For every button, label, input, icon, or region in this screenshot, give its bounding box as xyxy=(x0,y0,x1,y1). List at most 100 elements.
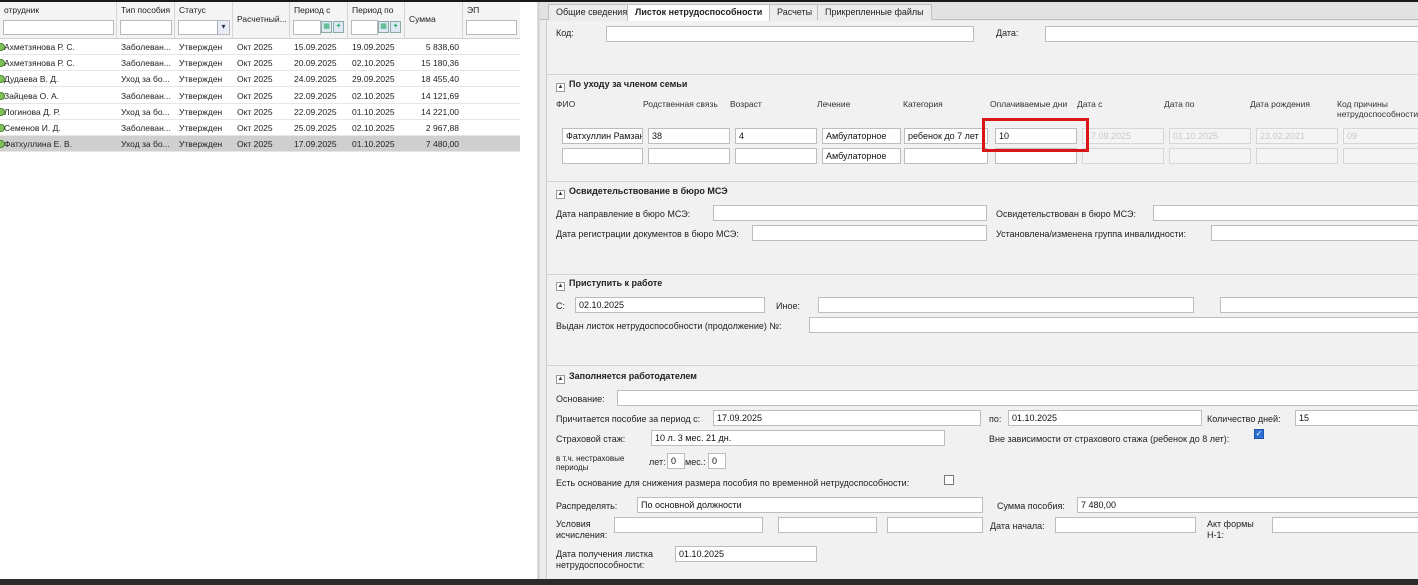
col-status[interactable]: Статус ▾ xyxy=(175,2,233,39)
col-period[interactable]: Расчетный... xyxy=(233,2,290,39)
section-mse[interactable]: ▲ Освидетельствование в бюро МСЭ xyxy=(556,186,728,200)
insurance-input[interactable]: 10 л. 3 мес. 21 дн. xyxy=(651,430,945,446)
cell-type: Заболеван... xyxy=(121,58,171,69)
table-row[interactable]: Логинова Д. Р. Уход за бо... Утвержден Окт … xyxy=(0,103,520,120)
birth-input[interactable]: 23.02.2021 xyxy=(1256,128,1338,144)
collapse-icon[interactable]: ▲ xyxy=(556,190,565,199)
birth-input-2[interactable] xyxy=(1256,148,1338,164)
reason-input-2[interactable] xyxy=(1343,148,1418,164)
work-from-input[interactable]: 02.10.2025 xyxy=(575,297,765,313)
mse-reg-input[interactable] xyxy=(752,225,987,241)
cell-sum: 7 480,00 xyxy=(425,139,459,150)
received-input[interactable]: 01.10.2025 xyxy=(675,546,817,562)
pane-gap xyxy=(520,2,538,579)
act-line2: Н-1: xyxy=(1207,530,1225,540)
chevron-down-icon[interactable]: ▾ xyxy=(217,21,229,34)
cell-sum: 5 838,60 xyxy=(425,42,459,52)
filter-from[interactable] xyxy=(293,20,321,35)
years-input[interactable]: 0 xyxy=(667,453,685,469)
months-input[interactable]: 0 xyxy=(708,453,726,469)
fio-input[interactable]: Фатхуллин Рамзан xyxy=(562,128,643,144)
col-type[interactable]: Тип пособия xyxy=(117,2,175,39)
tab-calculations[interactable]: Расчеты xyxy=(769,4,821,20)
conditions-input-2[interactable] xyxy=(778,517,877,533)
tab-sick-leave[interactable]: Листок нетрудоспособности xyxy=(627,4,771,21)
start-date-input[interactable] xyxy=(1055,517,1196,533)
hdr-paid-days: Оплачиваемые дни xyxy=(990,99,1068,109)
cell-period: Окт 2025 xyxy=(237,74,273,85)
table-row[interactable]: Дудаева В. Д. Уход за бо... Утвержден Окт 2… xyxy=(0,71,520,88)
cell-type: Уход за бо... xyxy=(121,106,170,117)
filter-ep[interactable] xyxy=(466,20,517,35)
table-row[interactable]: Ахметзянова Р. С. Заболеван... Утвержден Ок… xyxy=(0,55,520,72)
work-other-extra-input[interactable] xyxy=(1220,297,1418,313)
reason-input[interactable]: 09 xyxy=(1343,128,1418,144)
col-sum[interactable]: Сумма xyxy=(405,2,463,39)
col-employee-label: отрудник xyxy=(4,5,40,15)
col-from[interactable]: Период с ▦ ✦ xyxy=(290,2,348,39)
conditions-input-3[interactable] xyxy=(887,517,983,533)
collapse-icon[interactable]: ▲ xyxy=(556,83,565,92)
distribute-input[interactable]: По основной должности xyxy=(637,497,983,513)
basis-input[interactable] xyxy=(617,390,1418,406)
treatment-input-2[interactable]: Амбулаторное xyxy=(822,148,901,164)
fio-input-2[interactable] xyxy=(562,148,643,164)
mse-group-input[interactable] xyxy=(1211,225,1418,241)
continuation-input[interactable] xyxy=(809,317,1418,333)
received-line1: Дата получения листка xyxy=(556,549,653,559)
calendar-icon[interactable]: ▦ xyxy=(378,21,389,33)
col-employee[interactable]: отрудник xyxy=(0,2,117,39)
section-mse-title: Освидетельствование в бюро МСЭ xyxy=(569,186,728,196)
sum-input[interactable]: 7 480,00 xyxy=(1077,497,1418,513)
period-from-input[interactable]: 17.09.2025 xyxy=(713,410,981,426)
col-to[interactable]: Период по ▦ ✦ xyxy=(348,2,405,39)
conditions-input-1[interactable] xyxy=(614,517,763,533)
filter-employee[interactable] xyxy=(3,20,114,35)
date-to-input[interactable]: 01.10.2025 xyxy=(1169,128,1251,144)
table-row[interactable]: Ахметзянова Р. С. Заболеван... Утвержден Ок… xyxy=(0,39,520,55)
date-to-input-2[interactable] xyxy=(1169,148,1251,164)
reduce-label: Есть основание для снижения размера посо… xyxy=(556,478,910,488)
age-input[interactable]: 4 xyxy=(735,128,817,144)
relation-input-2[interactable] xyxy=(648,148,730,164)
cell-period: Окт 2025 xyxy=(237,42,273,52)
col-ep[interactable]: ЭП xyxy=(463,2,520,39)
tab-attached-files[interactable]: Прикрепленные файлы xyxy=(817,4,932,20)
mse-examined-input[interactable] xyxy=(1153,205,1418,221)
section-employer[interactable]: ▲ Заполняется работодателем xyxy=(556,371,697,385)
cell-to: 01.10.2025 xyxy=(352,139,395,150)
collapse-icon[interactable]: ▲ xyxy=(556,282,565,291)
work-other-input[interactable] xyxy=(818,297,1194,313)
filter-clear-icon[interactable]: ✦ xyxy=(390,21,401,33)
sum-label: Сумма пособия: xyxy=(997,501,1065,511)
hdr-reason-2: нетрудоспособности xyxy=(1337,109,1418,119)
act-input[interactable] xyxy=(1272,517,1418,533)
date-from-input-2[interactable] xyxy=(1082,148,1164,164)
treatment-input[interactable]: Амбулаторное xyxy=(822,128,901,144)
date-from-input[interactable]: 17.09.2025 xyxy=(1082,128,1164,144)
collapse-icon[interactable]: ▲ xyxy=(556,375,565,384)
relation-input[interactable]: 38 xyxy=(648,128,730,144)
category-input[interactable]: ребенок до 7 лет xyxy=(904,128,988,144)
table-row[interactable]: Фатхуллина Е. В. Уход за бо... Утвержден Ок… xyxy=(0,136,520,153)
age-input-2[interactable] xyxy=(735,148,817,164)
regardless-checkbox[interactable]: ✓ xyxy=(1254,429,1264,439)
hdr-date-to: Дата по xyxy=(1164,99,1195,109)
code-input[interactable] xyxy=(606,26,974,42)
table-row[interactable]: Семенов И. Д. Заболеван... Утвержден Окт 20… xyxy=(0,120,520,136)
filter-clear-icon[interactable]: ✦ xyxy=(333,21,344,33)
date-input[interactable] xyxy=(1045,26,1418,42)
days-input[interactable]: 15 xyxy=(1295,410,1418,426)
mse-sent-input[interactable] xyxy=(713,205,987,221)
period-to-input[interactable]: 01.10.2025 xyxy=(1008,410,1202,426)
filter-to[interactable] xyxy=(351,20,378,35)
noninsurance-line1: в т.ч. нестраховые xyxy=(556,454,625,463)
section-family-care[interactable]: ▲ По уходу за членом семьи xyxy=(556,79,687,93)
section-return-work[interactable]: ▲ Приступить к работе xyxy=(556,278,662,292)
table-row[interactable]: Зайцева О. А. Заболеван... Утвержден Окт 20… xyxy=(0,87,520,104)
tab-general[interactable]: Общие сведения xyxy=(548,4,636,20)
filter-type[interactable] xyxy=(120,20,172,35)
category-input-2[interactable] xyxy=(904,148,988,164)
reduce-checkbox[interactable] xyxy=(944,475,954,485)
calendar-icon[interactable]: ▦ xyxy=(321,21,332,33)
